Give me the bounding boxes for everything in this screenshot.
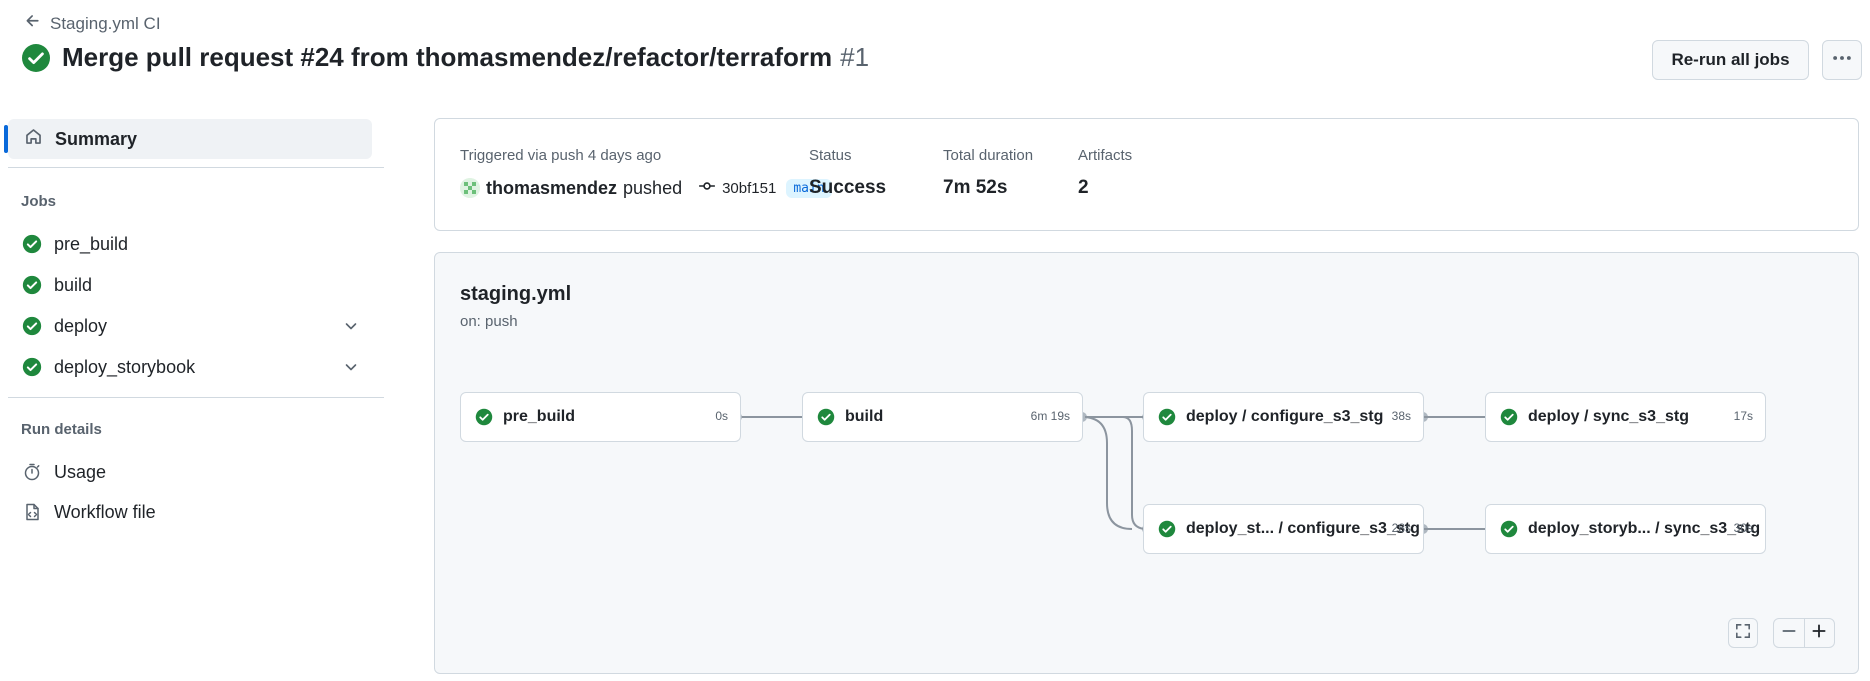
check-circle-fill-icon [817,408,835,426]
sidebar-item-pre-build[interactable]: pre_build [22,228,367,260]
artifacts-value[interactable]: 2 [1078,177,1089,199]
actor-link[interactable]: thomasmendez [486,178,617,199]
job-name: deploy / sync_s3_stg [1528,408,1689,425]
trigger-info: thomasmendez pushed 30bf151 main [460,177,832,199]
sidebar-job-label: deploy_storybook [54,356,196,377]
job-duration: 17s [1733,409,1753,423]
check-circle-fill-icon [1158,520,1176,538]
kebab-horizontal-icon [1831,47,1853,74]
check-circle-fill-icon [22,234,42,254]
more-actions-button[interactable] [1822,40,1862,80]
job-node-deploy-configure[interactable]: deploy / configure_s3_stg 38s [1143,392,1424,442]
trigger-verb: pushed [623,177,683,198]
connector-line [1081,416,1133,530]
job-duration: 0s [715,409,728,423]
dash-icon [1780,622,1798,645]
rerun-label: Re-run all jobs [1671,50,1790,69]
sidebar-divider [8,167,384,168]
sidebar-job-label: build [54,274,93,295]
fullscreen-button[interactable] [1728,618,1758,648]
run-details-heading: Run details [21,421,102,438]
jobs-heading: Jobs [21,193,57,210]
status-label: Status [809,147,852,164]
status-value: Success [809,177,887,198]
job-name: deploy_storyb... / sync_s3_stg [1528,520,1761,537]
check-circle-fill-icon [1158,408,1176,426]
sidebar-item-usage[interactable]: Usage [22,456,367,488]
run-summary-card: Triggered via push 4 days ago thomasmend… [434,118,1859,231]
job-name: pre_build [503,408,576,425]
back-to-workflow-link[interactable]: Staging.yml CI [24,12,161,35]
zoom-controls [1773,618,1835,648]
workflow-name: staging.yml [460,283,572,305]
run-number: #1 [840,42,870,72]
back-link-label: Staging.yml CI [50,13,161,33]
check-circle-fill-icon [475,408,493,426]
sidebar-summary-label: Summary [55,128,138,149]
job-duration: 38s [1391,409,1411,423]
trigger-label: Triggered via push 4 days ago [460,147,662,164]
duration-value: 7m 52s [943,177,1008,198]
commit-link[interactable]: 30bf151 [698,177,776,199]
chevron-down-icon[interactable] [343,318,359,334]
job-node-deploy-sync[interactable]: deploy / sync_s3_stg 17s [1485,392,1766,442]
job-node-pre-build[interactable]: pre_build 0s [460,392,741,442]
job-connectors [732,412,1498,534]
check-circle-fill-icon [1500,408,1518,426]
job-duration: 28s [1391,521,1411,535]
job-duration: 30s [1733,521,1753,535]
sidebar-item-summary[interactable]: Summary [4,119,372,159]
git-commit-icon [698,177,716,199]
job-duration: 6m 19s [1030,409,1070,423]
page-title: Merge pull request #24 from thomasmendez… [62,42,869,73]
check-circle-fill-icon [1500,520,1518,538]
chevron-down-icon[interactable] [343,359,359,375]
arrow-left-icon [24,12,42,35]
sidebar-item-workflow-file[interactable]: Workflow file [22,496,367,528]
job-name: deploy / configure_s3_stg [1186,408,1384,425]
stopwatch-icon [22,462,42,482]
sidebar-workflow-label: Workflow file [54,501,156,522]
run-title: Merge pull request #24 from thomasmendez… [62,42,833,72]
plus-icon [1810,622,1828,645]
screen-full-icon [1734,622,1752,645]
sidebar-item-deploy[interactable]: deploy [22,310,367,342]
home-icon [24,127,43,151]
zoom-out-button[interactable] [1774,619,1804,647]
check-circle-fill-icon [22,316,42,336]
avatar[interactable] [460,178,480,198]
check-circle-fill-icon [22,275,42,295]
duration-label: Total duration [943,147,1034,164]
zoom-in-button[interactable] [1803,619,1834,647]
artifacts-label: Artifacts [1078,147,1133,164]
rerun-all-jobs-button[interactable]: Re-run all jobs [1652,40,1809,80]
job-node-storybook-configure[interactable]: deploy_st... / configure_s3_stg 28s [1143,504,1424,554]
check-circle-fill-icon [22,357,42,377]
commit-sha: 30bf151 [722,179,777,197]
job-node-build[interactable]: build 6m 19s [802,392,1083,442]
workflow-graph-card: staging.yml on: push pre_build 0s build … [434,252,1859,674]
job-name: deploy_st... / configure_s3_stg [1186,520,1420,537]
check-circle-fill-icon [22,43,50,72]
job-node-storybook-sync[interactable]: deploy_storyb... / sync_s3_stg 30s [1485,504,1766,554]
sidebar-item-deploy-storybook[interactable]: deploy_storybook [22,351,367,383]
file-code-icon [22,502,42,522]
workflow-trigger: on: push [460,313,518,330]
sidebar-item-build[interactable]: build [22,269,367,301]
sidebar-usage-label: Usage [54,461,107,482]
sidebar-divider [8,397,384,398]
job-name: build [845,408,884,425]
sidebar-job-label: deploy [54,315,108,336]
sidebar-job-label: pre_build [54,233,129,254]
